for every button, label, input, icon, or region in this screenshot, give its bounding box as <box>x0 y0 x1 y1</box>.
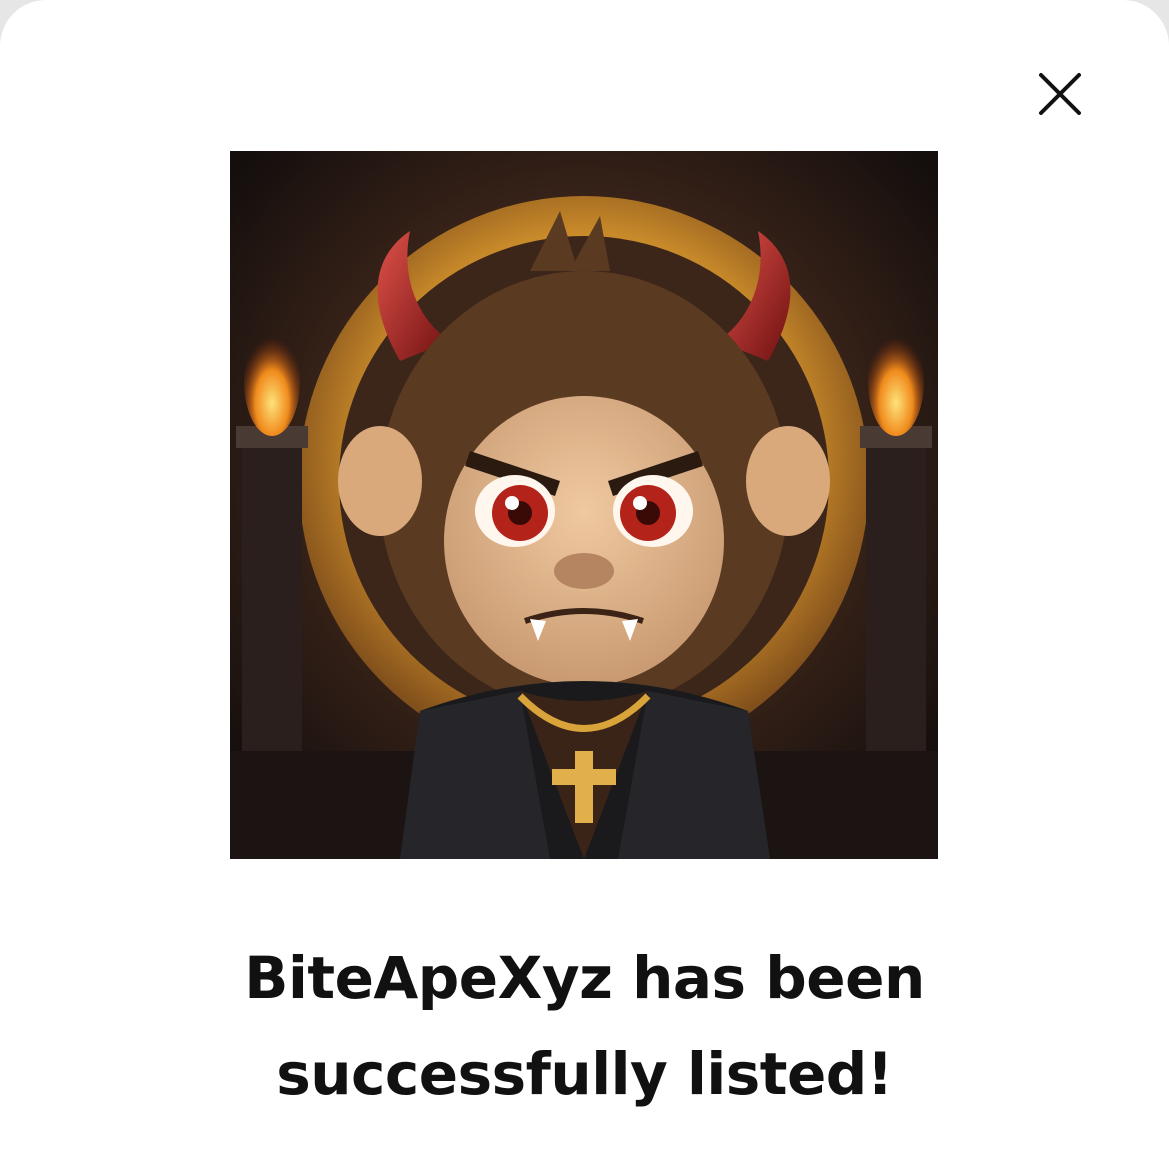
nft-image <box>230 151 938 859</box>
success-message: BiteApeXyz has been successfully listed! <box>0 930 1169 1122</box>
success-message-line-1: BiteApeXyz has been <box>244 944 925 1012</box>
success-message-line-2: successfully listed! <box>276 1040 893 1108</box>
close-icon <box>1038 72 1082 116</box>
listing-success-dialog: BiteApeXyz has been successfully listed! <box>0 0 1169 1163</box>
close-button[interactable] <box>1030 64 1090 124</box>
